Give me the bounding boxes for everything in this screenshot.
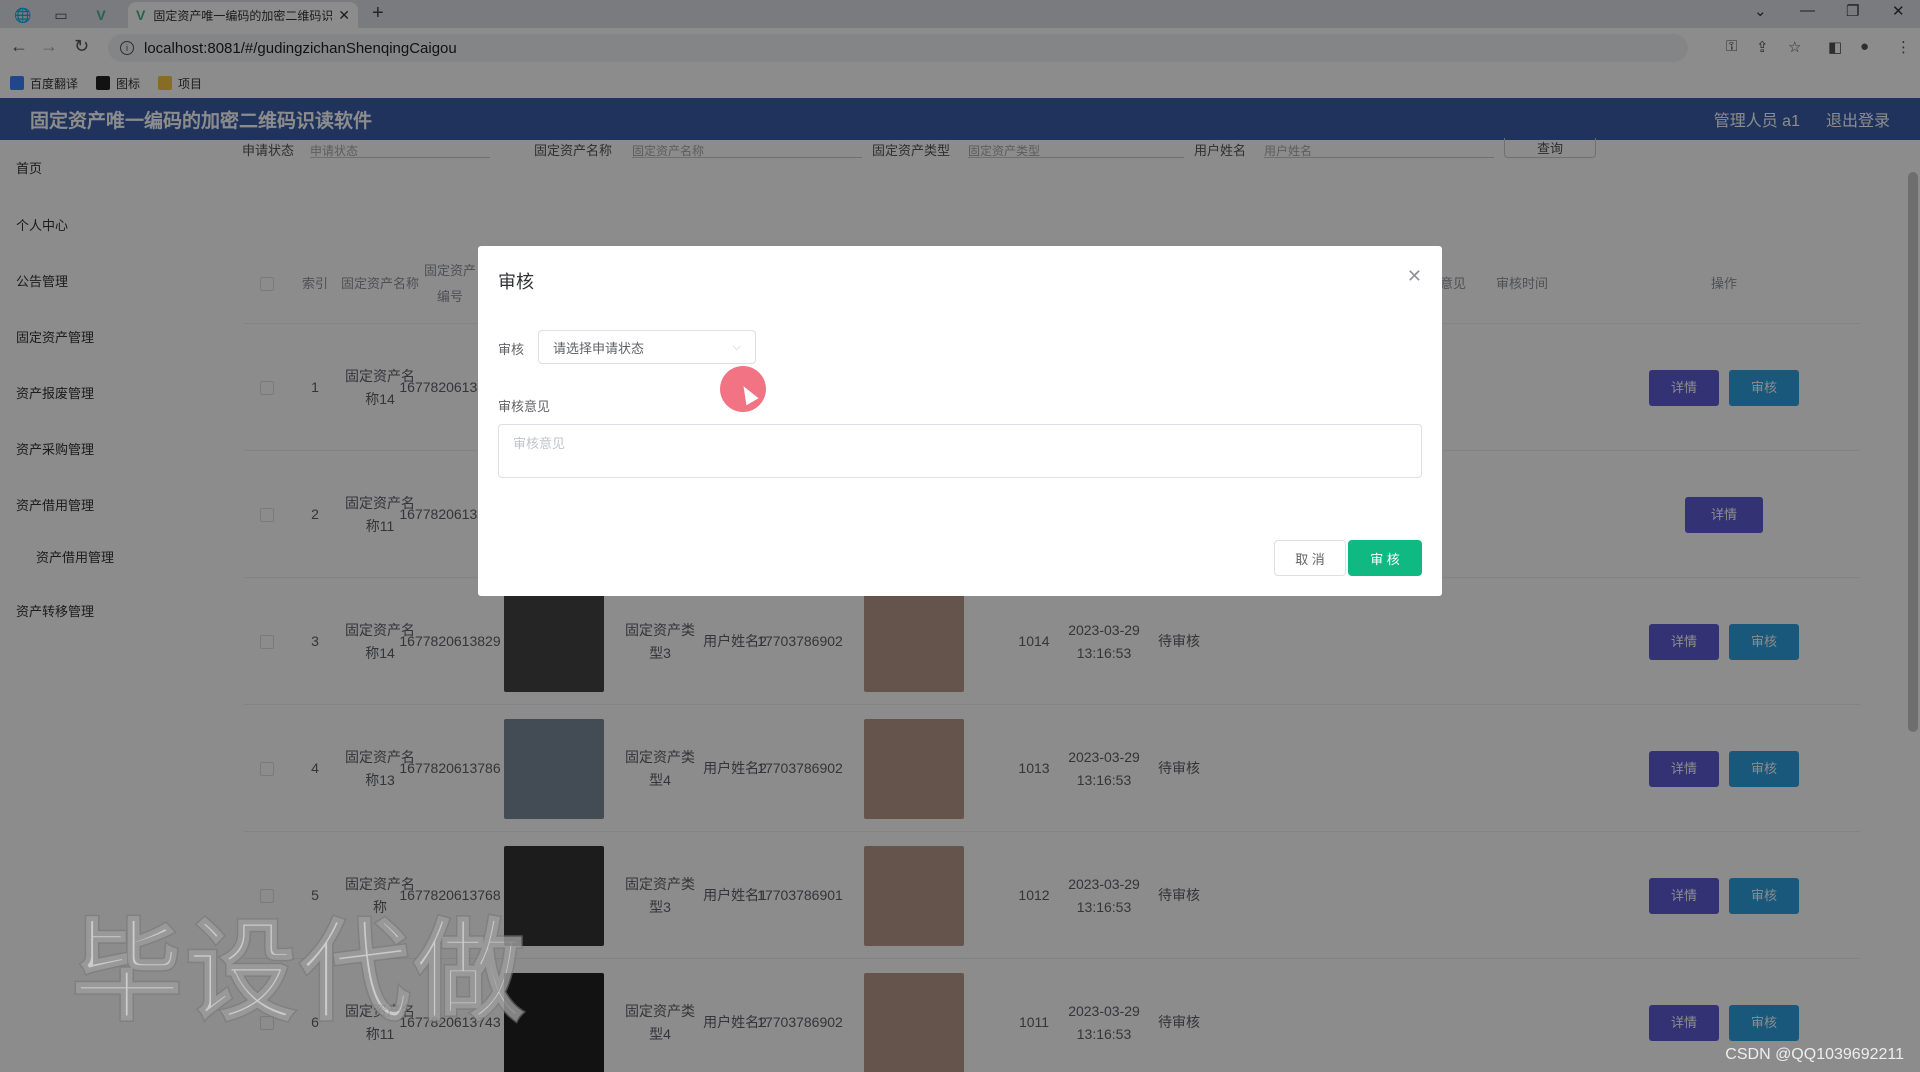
audit-confirm-button[interactable]: 审 核 <box>1348 540 1422 576</box>
dialog-title: 审核 <box>498 272 534 292</box>
dialog-close-icon[interactable]: ✕ <box>1407 266 1422 287</box>
audit-dialog: 审核 ✕ 审核 请选择申请状态 ⌵ 审核意见 审核意见 取 消 审 核 <box>478 246 1442 596</box>
status-select[interactable]: 请选择申请状态 ⌵ <box>538 330 756 364</box>
credit-text: CSDN @QQ1039692211 <box>1725 1046 1904 1063</box>
status-label: 审核 <box>498 342 525 357</box>
chevron-down-icon: ⌵ <box>732 340 741 353</box>
opinion-textarea[interactable]: 审核意见 <box>498 424 1422 478</box>
cancel-button[interactable]: 取 消 <box>1274 540 1346 576</box>
watermark-text: 毕设代做 <box>71 910 528 1036</box>
opinion-label: 审核意见 <box>498 399 551 414</box>
select-placeholder: 请选择申请状态 <box>553 340 645 356</box>
